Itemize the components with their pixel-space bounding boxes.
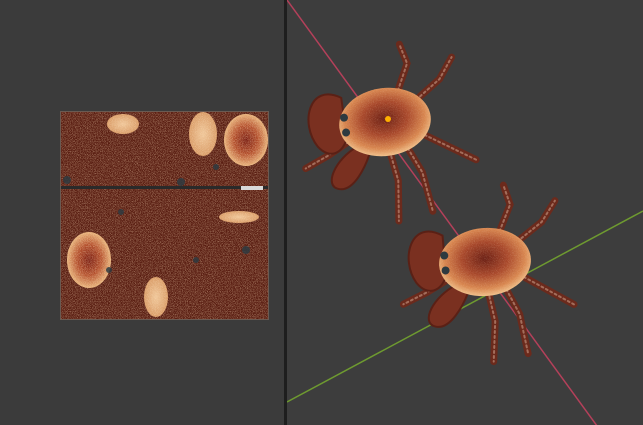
crab-object-2[interactable] — [394, 180, 579, 369]
uv-editor-panel[interactable] — [0, 0, 284, 425]
object-origin-dot — [385, 116, 391, 122]
3d-viewport[interactable] — [287, 0, 643, 425]
x-axis-line — [287, 0, 598, 425]
uv-texture-image[interactable] — [60, 111, 269, 320]
crab-object-1[interactable] — [290, 36, 483, 233]
